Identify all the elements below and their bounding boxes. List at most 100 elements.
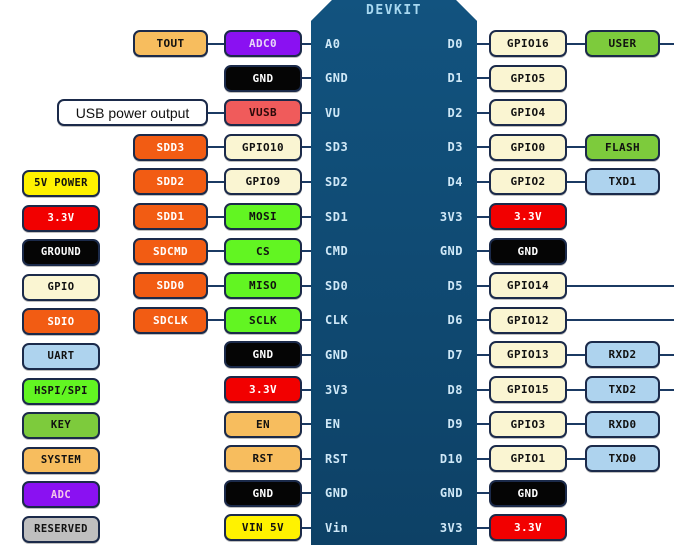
left-outer-sdd0[interactable]: SDD0 xyxy=(133,272,208,300)
legend-item-reserved[interactable]: RESERVED xyxy=(22,516,100,543)
left-inner-mosi-5[interactable]: MOSI xyxy=(224,203,302,230)
right-outer-txd2[interactable]: TXD2 xyxy=(585,376,660,403)
left-inner-vin-5v-14[interactable]: VIN 5V xyxy=(224,514,302,542)
right-inner-gpio2-4[interactable]: GPIO2 xyxy=(489,168,567,196)
left-outer-sdd1[interactable]: SDD1 xyxy=(133,203,208,230)
wire-board-ri-0 xyxy=(477,42,489,45)
wire-stub-right-10 xyxy=(660,388,674,391)
right-inner-gpio3-11[interactable]: GPIO3 xyxy=(489,410,567,438)
legend-item-ground[interactable]: GROUND xyxy=(22,239,100,267)
right-inner-gpio15-10[interactable]: GPIO15 xyxy=(489,376,567,403)
legend-item-gpio[interactable]: GPIO xyxy=(22,273,100,301)
box-label: GPIO12 xyxy=(506,313,550,327)
wire-lo-li-8 xyxy=(208,319,224,322)
left-inner-cs-6[interactable]: CS xyxy=(224,237,302,265)
wire-li-board-14 xyxy=(302,526,311,529)
left-inner-vusb-2[interactable]: VUSB xyxy=(224,99,302,127)
wire-li-board-12 xyxy=(302,457,311,460)
board-left-pin-sd2-4: SD2 xyxy=(325,174,349,189)
left-inner-3-3v-10[interactable]: 3.3V xyxy=(224,376,302,403)
right-inner-gpio16-0[interactable]: GPIO16 xyxy=(489,30,567,57)
right-inner-gpio5-1[interactable]: GPIO5 xyxy=(489,64,567,92)
wire-li-board-8 xyxy=(302,319,311,322)
left-inner-gnd-13[interactable]: GND xyxy=(224,479,302,507)
right-outer-txd0[interactable]: TXD0 xyxy=(585,445,660,473)
left-outer-sdcmd[interactable]: SDCMD xyxy=(133,237,208,265)
wire-board-ri-12 xyxy=(477,457,489,460)
legend-item-uart[interactable]: UART xyxy=(22,343,100,370)
board-left-pin-en-11: EN xyxy=(325,417,341,432)
legend-item-system[interactable]: SYSTEM xyxy=(22,446,100,474)
left-inner-rst-12[interactable]: RST xyxy=(224,445,302,473)
box-label: FLASH xyxy=(604,140,641,154)
right-outer-txd1[interactable]: TXD1 xyxy=(585,168,660,196)
board-right-pin-gnd-6: GND xyxy=(439,244,463,259)
right-outer-user[interactable]: USER xyxy=(585,30,660,57)
right-inner-3-3v-14[interactable]: 3.3V xyxy=(489,514,567,542)
left-outer-sdclk[interactable]: SDCLK xyxy=(133,306,208,334)
box-label: TXD2 xyxy=(608,383,637,396)
box-label: RESERVED xyxy=(34,523,88,536)
right-inner-gpio4-2[interactable]: GPIO4 xyxy=(489,99,567,127)
right-inner-gpio12-8[interactable]: GPIO12 xyxy=(489,306,567,334)
right-inner-gpio0-3[interactable]: GPIO0 xyxy=(489,133,567,161)
wire-li-board-9 xyxy=(302,353,311,356)
box-label: SDCLK xyxy=(152,313,189,327)
board-left-pin-cmd-6: CMD xyxy=(325,244,349,259)
wire-li-board-11 xyxy=(302,423,311,426)
board-right-pin-d0-0: D0 xyxy=(447,36,463,51)
right-outer-rxd0[interactable]: RXD0 xyxy=(585,410,660,438)
wire-lo-li-3 xyxy=(208,146,224,149)
board-left-pin-vin-14: Vin xyxy=(325,520,349,535)
wire-ri-ro-3 xyxy=(567,146,585,149)
box-label: GND xyxy=(252,486,274,500)
left-inner-adc0-0[interactable]: ADC0 xyxy=(224,30,302,57)
right-inner-gnd-13[interactable]: GND xyxy=(489,479,567,507)
left-outer-sdd3[interactable]: SDD3 xyxy=(133,133,208,161)
right-inner-3-3v-5[interactable]: 3.3V xyxy=(489,203,567,230)
box-label: SDIO xyxy=(47,315,75,328)
box-label: SDD3 xyxy=(156,140,185,154)
wire-ri-ro-11 xyxy=(567,423,585,426)
wire-li-board-6 xyxy=(302,250,311,253)
box-label: EN xyxy=(255,417,271,431)
right-outer-flash[interactable]: FLASH xyxy=(585,133,660,161)
legend-item-adc[interactable]: ADC xyxy=(22,481,100,509)
board-right-pin-d1-1: D1 xyxy=(447,71,463,86)
wire-li-board-1 xyxy=(302,77,311,80)
wire-ri-ro-9 xyxy=(567,353,585,356)
left-inner-gpio9-4[interactable]: GPIO9 xyxy=(224,168,302,196)
left-inner-gnd-1[interactable]: GND xyxy=(224,64,302,92)
legend-item-key[interactable]: KEY xyxy=(22,412,100,440)
left-inner-miso-7[interactable]: MISO xyxy=(224,272,302,300)
left-outer-tout[interactable]: TOUT xyxy=(133,30,208,57)
right-inner-gpio1-12[interactable]: GPIO1 xyxy=(489,445,567,473)
left-inner-sclk-8[interactable]: SCLK xyxy=(224,306,302,334)
right-inner-gpio13-9[interactable]: GPIO13 xyxy=(489,341,567,369)
legend-item-sdio[interactable]: SDIO xyxy=(22,308,100,336)
left-inner-gnd-9[interactable]: GND xyxy=(224,341,302,369)
left-inner-en-11[interactable]: EN xyxy=(224,410,302,438)
wire-ri-ro-4 xyxy=(567,180,585,183)
right-inner-gpio14-7[interactable]: GPIO14 xyxy=(489,272,567,300)
wire-lo-li-5 xyxy=(208,215,224,218)
board-left-pin-gnd-13: GND xyxy=(325,486,349,501)
wire-board-ri-9 xyxy=(477,353,489,356)
board-left-pin-vu-2: VU xyxy=(325,105,341,120)
box-label: MISO xyxy=(248,279,278,293)
right-inner-gnd-6[interactable]: GND xyxy=(489,237,567,265)
box-label: UART xyxy=(47,350,75,363)
legend-item-hspi-spi[interactable]: HSPI/SPI xyxy=(22,377,100,405)
right-outer-rxd2[interactable]: RXD2 xyxy=(585,341,660,369)
left-inner-gpio10-3[interactable]: GPIO10 xyxy=(224,133,302,161)
legend-item-3-3v[interactable]: 3.3V xyxy=(22,204,100,232)
usb-power-output-note[interactable]: USB power output xyxy=(57,99,208,127)
legend-item-5v-power[interactable]: 5V POWER xyxy=(22,170,100,197)
left-outer-sdd2[interactable]: SDD2 xyxy=(133,168,208,196)
box-label: GPIO1 xyxy=(510,452,546,466)
box-label: GPIO9 xyxy=(245,175,281,189)
box-label: GND xyxy=(252,71,274,85)
board-left-pin-a0-0: A0 xyxy=(325,36,341,51)
box-label: GPIO10 xyxy=(241,140,285,154)
box-label: GROUND xyxy=(40,246,82,259)
